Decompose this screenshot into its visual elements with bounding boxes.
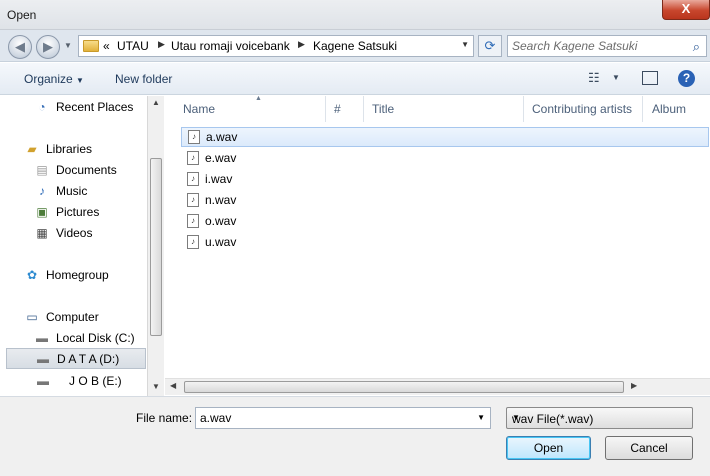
chevron-down-icon: ▼ [76,76,84,85]
forward-arrow-icon: ▶ [43,39,53,54]
address-bar: ◀ ▶ ▼ « UTAU ▶ Utau romaji voicebank ▶ K… [0,30,710,62]
window-title: Open [7,8,37,22]
file-list: Name ▲ # Title Contributing artists Album… [165,95,710,396]
breadcrumb-arrow-icon[interactable]: ▶ [158,39,165,50]
recent-locations-dropdown-icon[interactable]: ▼ [64,41,72,50]
file-name-combobox[interactable]: ▼ [195,407,491,429]
breadcrumb[interactable]: « UTAU ▶ Utau romaji voicebank ▶ Kagene … [78,35,474,57]
help-icon[interactable]: ? [678,70,695,87]
refresh-icon: ⟳ [484,38,496,53]
drive-icon: ▬ [37,373,49,388]
search-icon[interactable]: ⌕ [693,39,700,55]
file-row[interactable]: ♪ i.wav [181,169,709,189]
preview-pane-icon[interactable] [642,71,658,85]
file-row[interactable]: ♪ e.wav [181,148,709,168]
homegroup-icon: ✿ [26,267,38,282]
nav-item-pictures[interactable]: ▣ Pictures [34,201,99,222]
audio-file-icon: ♪ [187,172,199,186]
pictures-icon: ▣ [36,204,48,219]
nav-item-libraries[interactable]: ▰ Libraries [24,138,92,159]
cancel-button[interactable]: Cancel [605,436,693,460]
libraries-icon: ▰ [27,141,37,156]
recent-places-icon: ◔ [38,99,46,114]
audio-file-icon: ♪ [187,235,199,249]
column-header-contributing-artists[interactable]: Contributing artists [524,96,643,122]
videos-icon: ▦ [36,225,48,240]
drive-icon: ▬ [37,351,49,366]
nav-item-data-drive[interactable]: ▬ D A T A (D:) [6,348,146,369]
breadcrumb-arrow-icon[interactable]: ▶ [298,39,305,50]
breadcrumb-item-kagene[interactable]: Kagene Satsuki [313,39,397,53]
scroll-up-icon[interactable]: ▲ [152,98,160,107]
navigation-scrollbar[interactable]: ▲ ▼ [147,96,164,396]
folder-icon [83,40,99,52]
column-header-number[interactable]: # [326,96,364,122]
close-button[interactable]: X [662,0,710,20]
breadcrumb-overflow[interactable]: « [103,39,110,53]
nav-item-documents[interactable]: ▤ Documents [34,159,116,180]
column-header-name[interactable]: Name ▲ [175,95,326,122]
breadcrumb-item-voicebank[interactable]: Utau romaji voicebank [171,39,290,53]
title-bar: Open X [0,0,710,30]
sort-ascending-icon: ▲ [255,95,262,102]
forward-button[interactable]: ▶ [36,35,60,59]
view-dropdown-icon[interactable]: ▼ [612,73,620,82]
column-header-title[interactable]: Title [364,96,524,122]
scrollbar-thumb[interactable] [150,158,162,336]
music-icon: ♪ [39,183,45,198]
local-disk-icon: ▬ [36,330,48,345]
chevron-down-icon[interactable]: ▼ [477,413,485,422]
audio-file-icon: ♪ [187,193,199,207]
audio-file-icon: ♪ [187,214,199,228]
navigation-pane: ◔ Recent Places ▰ Libraries ▤ Documents ♪ Mu… [0,96,147,396]
file-row[interactable]: ♪ u.wav [181,232,709,252]
scroll-left-icon[interactable]: ◀ [170,381,176,390]
back-arrow-icon: ◀ [15,39,25,54]
new-folder-button[interactable]: New folder [115,72,172,86]
file-name-label: File name: [136,411,193,425]
scroll-right-icon[interactable]: ▶ [631,381,637,390]
chevron-down-icon: ▼ [512,413,520,422]
computer-icon: ▭ [26,309,38,324]
nav-item-homegroup[interactable]: ✿ Homegroup [24,264,109,285]
view-options-icon[interactable]: ☷ [588,70,600,86]
address-dropdown-icon[interactable]: ▼ [461,40,469,49]
file-row[interactable]: ♪ o.wav [181,211,709,231]
nav-item-videos[interactable]: ▦ Videos [34,222,92,243]
dialog-footer: File name: ▼ wav File(*.wav) ▼ Open Canc… [0,396,710,476]
file-row[interactable]: ♪ n.wav [181,190,709,210]
column-header-album[interactable]: Album [644,96,710,122]
nav-item-computer[interactable]: ▭ Computer [24,306,98,327]
file-row[interactable]: ♪ a.wav [181,127,709,147]
file-list-horizontal-scrollbar[interactable]: ◀ ▶ [165,378,710,395]
open-button[interactable]: Open [506,436,591,460]
nav-item-job-drive[interactable]: ▬ J O B (E:) [35,370,122,391]
file-type-select[interactable]: wav File(*.wav) ▼ [506,407,693,429]
back-button[interactable]: ◀ [8,35,32,59]
file-name-input[interactable] [200,410,470,426]
close-icon: X [681,1,691,16]
refresh-button[interactable]: ⟳ [478,35,502,57]
audio-file-icon: ♪ [188,130,200,144]
scrollbar-thumb[interactable] [184,381,624,393]
scroll-down-icon[interactable]: ▼ [152,382,160,391]
documents-icon: ▤ [36,162,48,177]
nav-item-recent-places[interactable]: ◔ Recent Places [34,96,133,117]
search-box[interactable]: ⌕ [507,35,707,57]
command-bar: Organize ▼ New folder ☷ ▼ ? [0,63,710,95]
breadcrumb-item-utau[interactable]: UTAU [117,39,149,53]
audio-file-icon: ♪ [187,151,199,165]
nav-item-local-disk[interactable]: ▬ Local Disk (C:) [34,327,135,348]
nav-item-music[interactable]: ♪ Music [34,180,87,201]
organize-button[interactable]: Organize ▼ [24,72,84,86]
search-input[interactable] [512,38,688,54]
